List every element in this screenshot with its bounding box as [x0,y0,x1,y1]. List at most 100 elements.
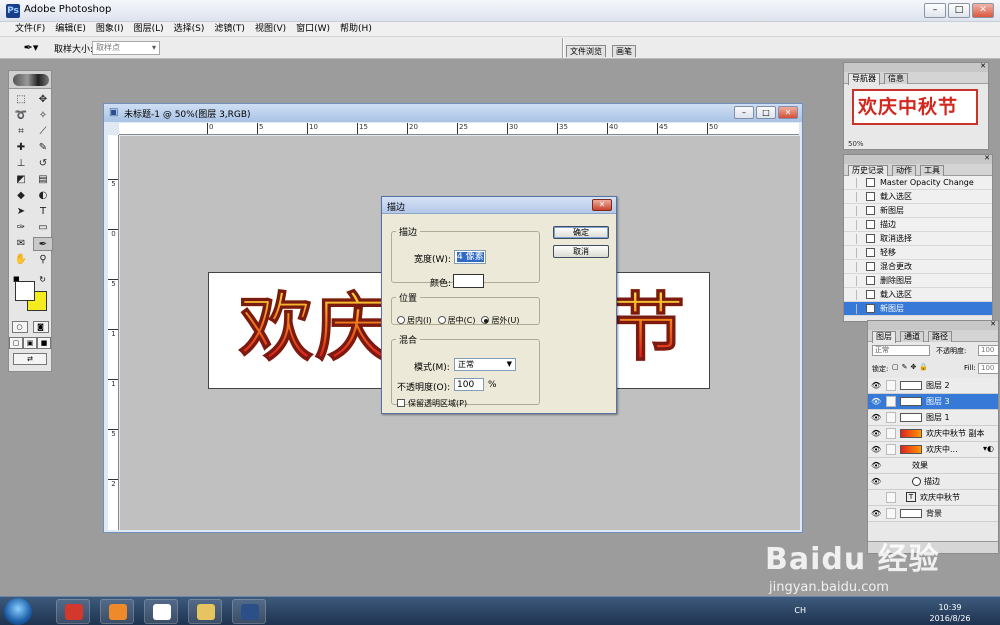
taskbar-app[interactable] [56,599,90,624]
sample-size-select[interactable]: 取样点 ▾ [92,41,160,55]
palette-header[interactable]: ✕ [844,62,988,72]
adobe-feather-icon[interactable] [13,74,49,86]
history-item-selected[interactable]: 新图层 [844,302,992,316]
eye-icon[interactable]: 👁 [871,445,881,454]
opacity-input[interactable]: 100 [454,378,484,391]
standard-mode-icon[interactable]: ○ [11,321,28,333]
link-toggle[interactable] [886,492,896,503]
dodge-tool-icon[interactable]: ◐ [33,189,53,203]
screen-mode-standard-icon[interactable]: ▢ [9,337,23,349]
preserve-transparency-checkbox[interactable]: 保留透明区域(P) [397,398,467,409]
horizontal-ruler[interactable]: 0 5 10 15 20 25 30 35 40 45 50 [119,123,799,135]
eye-icon[interactable]: 👁 [871,461,881,470]
tab-actions[interactable]: 动作 [892,165,916,176]
menu-file[interactable]: 文件(F) [10,22,50,36]
history-item[interactable]: 载入选区 [844,288,992,302]
tab-navigator[interactable]: 导航器 [848,73,880,85]
taskbar-app[interactable] [144,599,178,624]
history-item[interactable]: 轻移 [844,246,992,260]
layer-row[interactable]: 👁 图层 2 [868,378,998,394]
location-outside-option[interactable]: 居外(U) [481,315,520,326]
lasso-tool-icon[interactable]: ➰ [11,109,31,123]
brush-link-icon[interactable] [886,396,896,407]
tab-brushes[interactable]: 画笔 [612,45,636,57]
mode-select[interactable]: 正常 ▼ [454,358,516,371]
link-toggle[interactable] [886,380,896,391]
history-item[interactable]: 描边 [844,218,992,232]
eye-icon[interactable]: 👁 [871,397,881,406]
vertical-ruler[interactable]: 5 0 5 1 1 5 2 [108,135,119,530]
jump-to-imageready-icon[interactable]: ⇄ [13,353,47,365]
document-title-bar[interactable]: ▣ 未标题-1 @ 50%(图层 3,RGB) – □ ✕ [104,104,802,122]
screen-mode-full-icon[interactable]: ■ [37,337,51,349]
ok-button[interactable]: 确定 [553,226,609,239]
layer-row[interactable]: T 欢庆中秋节 [868,490,998,506]
location-center-option[interactable]: 居中(C) [437,315,475,326]
move-tool-icon[interactable]: ✥ [33,93,53,107]
slice-tool-icon[interactable]: ⟋ [33,125,53,139]
taskbar-photoshop[interactable] [232,599,266,624]
palette-header[interactable]: ✕ [868,321,998,330]
eyedropper-preset-icon[interactable]: ✒▾ [20,41,42,55]
maximize-button[interactable]: □ [948,3,970,18]
stroke-color-swatch[interactable] [453,274,484,288]
dialog-title-bar[interactable]: 描边 ✕ [382,197,616,214]
tab-file-browser[interactable]: 文件浏览 [566,45,606,57]
layer-row-selected[interactable]: 👁 图层 3 [868,394,998,410]
link-toggle[interactable] [886,412,896,423]
eyedropper-tool-icon[interactable]: ✒ [33,237,53,251]
menu-view[interactable]: 视图(V) [250,22,291,36]
menu-image[interactable]: 图象(I) [91,22,129,36]
menu-window[interactable]: 窗口(W) [291,22,335,36]
fill-input[interactable]: 100 [978,363,998,374]
marquee-tool-icon[interactable]: ⬚ [11,93,31,107]
palette-header[interactable]: ✕ [844,155,992,164]
hand-tool-icon[interactable]: ✋ [11,253,31,267]
blend-mode-select[interactable]: 正常 [872,345,930,356]
taskbar-app[interactable] [100,599,134,624]
crop-tool-icon[interactable]: ⌗ [11,125,31,139]
lock-icons[interactable]: ▢✎✥🔒 [892,363,931,371]
eye-icon[interactable]: 👁 [871,509,881,518]
pen-tool-icon[interactable]: ✑ [11,221,31,235]
menu-layer[interactable]: 图层(L) [129,22,169,36]
history-item[interactable]: 混合更改 [844,260,992,274]
taskbar-app[interactable] [188,599,222,624]
healing-brush-tool-icon[interactable]: ✚ [11,141,31,155]
doc-maximize-button[interactable]: □ [756,106,776,119]
link-toggle[interactable] [886,428,896,439]
close-icon[interactable]: ✕ [990,321,996,328]
layer-effect-stroke-row[interactable]: 👁 描边 [868,474,998,490]
foreground-color-swatch[interactable] [15,281,35,301]
shape-tool-icon[interactable]: ▭ [33,221,53,235]
location-inside-option[interactable]: 居内(I) [397,315,432,326]
tab-paths[interactable]: 路径 [928,331,952,342]
clock[interactable]: 10:39 2016/8/26 [924,602,976,624]
navigator-preview[interactable]: 欢庆中秋节 [852,89,978,125]
minimize-button[interactable]: – [924,3,946,18]
eye-icon[interactable]: 👁 [871,429,881,438]
zoom-tool-icon[interactable]: ⚲ [33,253,53,267]
link-toggle[interactable] [886,444,896,455]
close-button[interactable]: ✕ [972,3,994,18]
start-button-icon[interactable] [4,598,32,625]
type-tool-icon[interactable]: T [33,205,53,219]
menu-select[interactable]: 选择(S) [169,22,210,36]
quick-mask-mode-icon[interactable]: ◙ [32,321,49,333]
close-icon[interactable]: ✕ [980,62,986,70]
swap-colors-icon[interactable]: ↻ [39,275,46,284]
menu-help[interactable]: 帮助(H) [335,22,377,36]
history-brush-tool-icon[interactable]: ↺ [33,157,53,171]
gradient-tool-icon[interactable]: ▤ [33,173,53,187]
path-selection-tool-icon[interactable]: ➤ [11,205,31,219]
history-item[interactable]: 新图层 [844,204,992,218]
history-item[interactable]: 删除图层 [844,274,992,288]
history-item[interactable]: 取消选择 [844,232,992,246]
eye-icon[interactable]: 👁 [871,381,881,390]
history-item[interactable]: Master Opacity Change [844,176,992,190]
cancel-button[interactable]: 取消 [553,245,609,258]
eraser-tool-icon[interactable]: ◩ [11,173,31,187]
notes-tool-icon[interactable]: ✉ [11,237,31,251]
close-icon[interactable]: ✕ [984,155,990,162]
layer-opacity-input[interactable]: 100 [978,345,998,356]
